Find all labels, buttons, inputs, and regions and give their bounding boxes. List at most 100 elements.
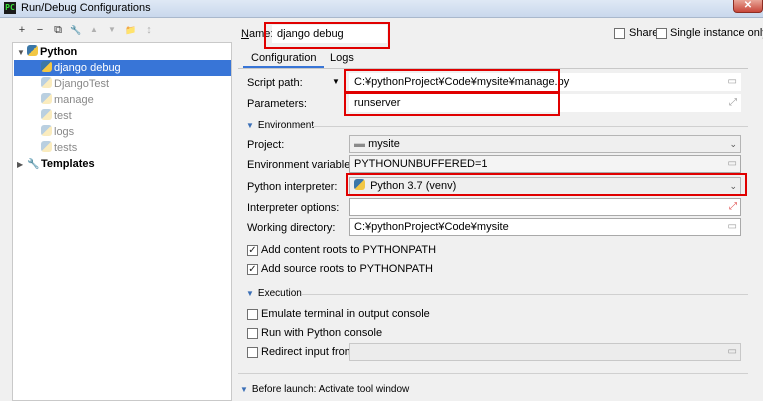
name-label: Name: bbox=[241, 28, 274, 40]
python-icon bbox=[27, 45, 38, 56]
parameters-input[interactable]: runserver ⤢ bbox=[349, 94, 741, 112]
execution-divider bbox=[302, 294, 748, 295]
run-with-console-checkbox[interactable] bbox=[247, 328, 258, 339]
script-path-input[interactable]: C:¥pythonProject¥Code¥mysite¥manage.py ▭ bbox=[349, 73, 741, 91]
move-up-button[interactable]: ▲ bbox=[87, 23, 101, 37]
single-instance-label: Single instance only bbox=[670, 27, 763, 39]
name-input[interactable]: django debug bbox=[272, 25, 387, 43]
tree-group-label: Python bbox=[40, 46, 78, 58]
tree-item-test[interactable]: test bbox=[41, 108, 72, 124]
tree-item-manage[interactable]: manage bbox=[41, 92, 94, 108]
env-vars-value: PYTHONUNBUFFERED=1 bbox=[354, 158, 488, 170]
add-configuration-button[interactable]: + bbox=[15, 23, 29, 37]
chevron-down-icon: ⌄ bbox=[729, 181, 737, 191]
execution-section-header[interactable]: ▼ Execution bbox=[246, 288, 302, 299]
emulate-terminal-label: Emulate terminal in output console bbox=[261, 308, 430, 320]
browse-folder-icon[interactable]: ▭ bbox=[728, 220, 737, 234]
single-instance-checkbox[interactable] bbox=[656, 28, 667, 39]
add-content-roots-label: Add content roots to PYTHONPATH bbox=[261, 244, 437, 256]
interpreter-label: Python interpreter: bbox=[247, 181, 338, 193]
folder-button[interactable]: 📁 bbox=[124, 23, 138, 37]
python-config-icon bbox=[41, 77, 52, 88]
section-collapse-icon: ▼ bbox=[246, 121, 254, 130]
parameters-label: Parameters: bbox=[247, 98, 307, 110]
wrench-icon: 🔧 bbox=[27, 159, 40, 170]
tab-divider bbox=[238, 68, 748, 69]
section-collapse-icon: ▼ bbox=[246, 289, 254, 298]
configuration-form: Name: django debug Share Single instance… bbox=[232, 18, 763, 401]
close-window-button[interactable]: ✕ bbox=[733, 0, 763, 13]
project-select[interactable]: ▬ mysite ⌄ bbox=[349, 135, 741, 153]
working-dir-value: C:¥pythonProject¥Code¥mysite bbox=[354, 221, 509, 233]
configuration-tree-panel: + − ⧉ 🔧 ▲ ▼ 📁 ↕ ▼ Python django debug Dja… bbox=[0, 18, 232, 401]
tree-item-label: test bbox=[54, 110, 72, 122]
script-type-dropdown-icon[interactable]: ▼ bbox=[332, 77, 340, 86]
tab-configuration[interactable]: Configuration bbox=[243, 48, 325, 68]
tree-item-django-debug[interactable]: django debug bbox=[14, 60, 231, 76]
add-source-roots-label: Add source roots to PYTHONPATH bbox=[261, 263, 433, 275]
sort-button[interactable]: ↕ bbox=[142, 23, 156, 37]
interpreter-value: Python 3.7 (venv) bbox=[370, 180, 457, 192]
move-down-button[interactable]: ▼ bbox=[105, 23, 119, 37]
working-dir-input[interactable]: C:¥pythonProject¥Code¥mysite ▭ bbox=[349, 218, 741, 236]
edit-defaults-button[interactable]: 🔧 bbox=[69, 23, 83, 37]
python-icon bbox=[354, 179, 365, 190]
tree-group-python[interactable]: ▼ Python bbox=[17, 44, 227, 60]
emulate-terminal-checkbox[interactable] bbox=[247, 309, 258, 320]
share-label: Share bbox=[629, 27, 659, 39]
script-path-value: C:¥pythonProject¥Code¥mysite¥manage.py bbox=[354, 76, 570, 88]
window-titlebar: PC Run/Debug Configurations ✕ bbox=[0, 0, 763, 18]
copy-configuration-button[interactable]: ⧉ bbox=[51, 23, 65, 37]
python-config-icon bbox=[41, 61, 52, 72]
tree-group-templates[interactable]: ▶ 🔧 Templates bbox=[17, 156, 227, 172]
collapse-arrow-icon[interactable]: ▶ bbox=[17, 157, 27, 173]
tree-item-label: DjangoTest bbox=[54, 78, 110, 90]
tree-group-label: Templates bbox=[41, 158, 95, 170]
environment-section-header[interactable]: ▼ Environment bbox=[246, 120, 314, 131]
add-source-roots-checkbox[interactable]: ✓ bbox=[247, 264, 258, 275]
add-content-roots-checkbox[interactable]: ✓ bbox=[247, 245, 258, 256]
browse-folder-icon[interactable]: ▭ bbox=[728, 75, 737, 89]
working-dir-label: Working directory: bbox=[247, 222, 336, 234]
project-label: Project: bbox=[247, 139, 285, 151]
project-value: mysite bbox=[368, 138, 400, 150]
tree-item-tests[interactable]: tests bbox=[41, 140, 77, 156]
tree-item-label: tests bbox=[54, 142, 78, 154]
python-config-icon bbox=[41, 93, 52, 104]
tree-item-label: logs bbox=[54, 126, 75, 138]
configuration-tree: ▼ Python django debug DjangoTest manage t… bbox=[12, 42, 232, 401]
redirect-input-label: Redirect input from: bbox=[261, 346, 357, 358]
python-config-icon bbox=[41, 109, 52, 120]
interpreter-options-label: Interpreter options: bbox=[247, 202, 340, 214]
before-launch-divider bbox=[238, 373, 748, 374]
python-config-icon bbox=[41, 141, 52, 152]
config-tabs: Configuration Logs bbox=[238, 48, 748, 68]
interpreter-options-input[interactable]: ⤢ bbox=[349, 198, 741, 216]
chevron-down-icon: ⌄ bbox=[729, 139, 737, 149]
share-checkbox[interactable] bbox=[614, 28, 625, 39]
env-vars-label: Environment variables: bbox=[247, 159, 359, 171]
tree-toolbar: + − ⧉ 🔧 ▲ ▼ 📁 ↕ bbox=[0, 18, 232, 42]
redirect-input-field[interactable]: ▭ bbox=[349, 343, 741, 361]
remove-configuration-button[interactable]: − bbox=[33, 23, 47, 37]
python-config-icon bbox=[41, 125, 52, 136]
script-path-label: Script path: bbox=[247, 77, 303, 89]
tree-item-djangotest[interactable]: DjangoTest bbox=[41, 76, 109, 92]
section-collapse-icon: ▼ bbox=[240, 385, 248, 394]
environment-divider bbox=[312, 126, 748, 127]
env-vars-input[interactable]: PYTHONUNBUFFERED=1 ▭ bbox=[349, 155, 741, 173]
parameters-value: runserver bbox=[354, 97, 401, 109]
browse-folder-icon[interactable]: ▭ bbox=[728, 345, 737, 359]
expand-field-icon[interactable]: ⤢ bbox=[729, 200, 737, 214]
expand-arrow-icon[interactable]: ▼ bbox=[17, 45, 27, 61]
tree-item-label: manage bbox=[54, 94, 94, 106]
pycharm-app-icon: PC bbox=[4, 2, 16, 14]
tree-item-logs[interactable]: logs bbox=[41, 124, 74, 140]
edit-env-vars-icon[interactable]: ▭ bbox=[728, 157, 737, 171]
folder-icon: ▬ bbox=[354, 138, 365, 150]
redirect-input-checkbox[interactable] bbox=[247, 347, 258, 358]
before-launch-section[interactable]: ▼ Before launch: Activate tool window bbox=[240, 384, 409, 395]
interpreter-select[interactable]: Python 3.7 (venv) ⌄ bbox=[349, 177, 741, 195]
tab-logs[interactable]: Logs bbox=[322, 48, 362, 68]
expand-field-icon[interactable]: ⤢ bbox=[729, 96, 737, 110]
